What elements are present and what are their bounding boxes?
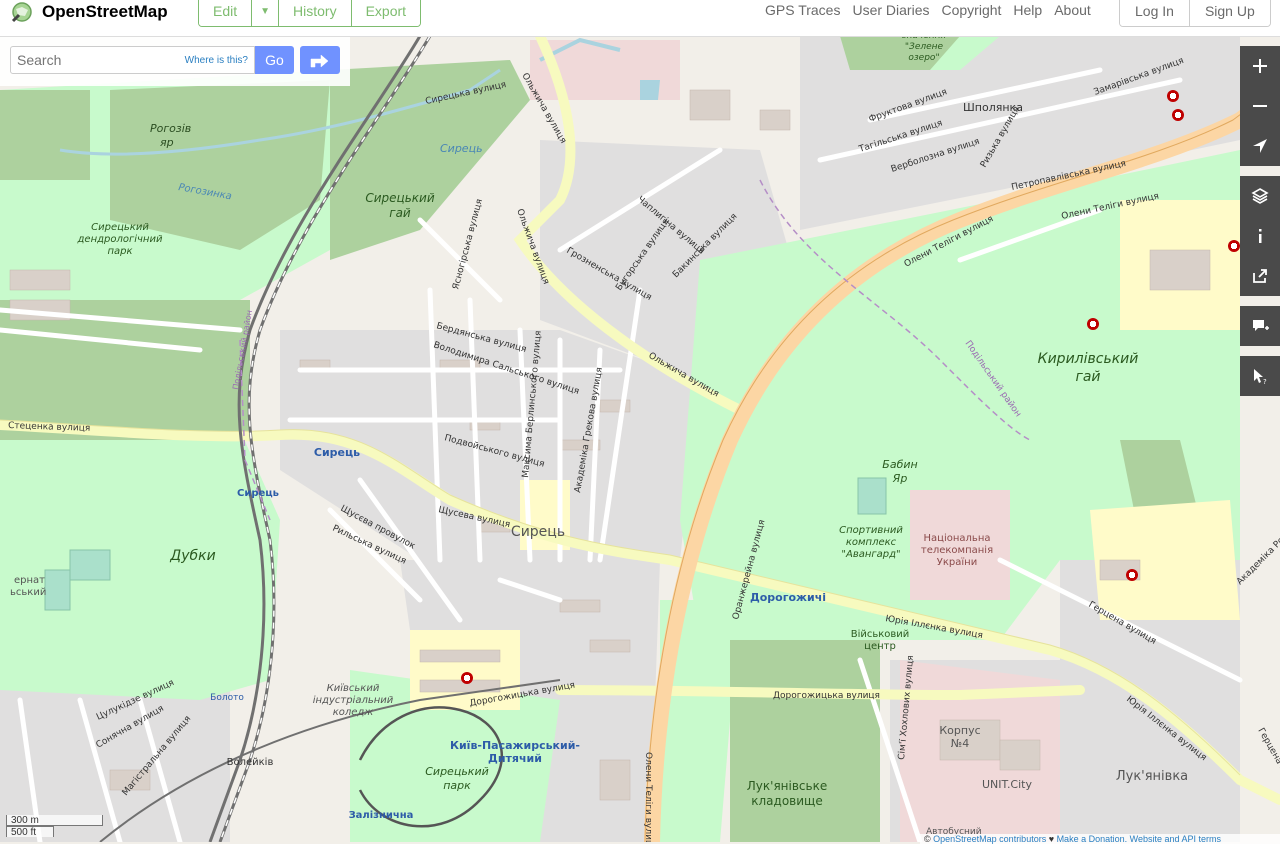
osm-logo-icon	[11, 2, 32, 23]
scale-imperial: 500 ft	[6, 826, 54, 838]
label-syrets-district: Сирець	[511, 524, 565, 540]
scale-metric: 300 m	[6, 815, 103, 826]
terms-link[interactable]: . Website and API terms	[1125, 834, 1221, 844]
query-icon: ?	[1254, 369, 1267, 385]
edit-button[interactable]: Edit	[199, 0, 253, 26]
locate-button[interactable]	[1240, 126, 1280, 166]
label-internat: ернат ьський	[10, 575, 46, 598]
heart-icon: ♥	[1046, 834, 1057, 844]
street-dorohozhytska-1: Дорогожицька вулиця	[773, 691, 880, 701]
where-is-this-link[interactable]: Where is this?	[185, 55, 248, 66]
label-syrets-river: Сирець	[440, 142, 483, 155]
label-unit-city: UNIT.City	[982, 778, 1032, 791]
go-button[interactable]: Go	[255, 46, 294, 74]
search-box: Where is this?	[10, 46, 255, 74]
layers-icon	[1251, 188, 1269, 204]
label-zaliznychna: Залізнична	[349, 810, 414, 821]
directions-icon	[310, 54, 329, 68]
login-button[interactable]: Log In	[1120, 0, 1190, 26]
signup-button[interactable]: Sign Up	[1189, 0, 1270, 26]
label-volejkiv: Волейків	[227, 756, 274, 768]
donate-link[interactable]: Make a Donation	[1057, 834, 1125, 844]
label-dubky: Дубки	[169, 548, 215, 564]
logo-text: OpenStreetMap	[42, 2, 168, 21]
add-note-button[interactable]	[1240, 306, 1280, 346]
note-icon	[1253, 320, 1269, 331]
layers-button[interactable]	[1240, 176, 1280, 216]
auth-button-group: Log In Sign Up	[1119, 0, 1271, 27]
logo[interactable]: OpenStreetMap	[10, 0, 168, 24]
svg-text:?: ?	[1263, 378, 1267, 385]
zoom-out-icon	[1253, 105, 1267, 107]
label-syrets-station: Сирець	[314, 446, 360, 459]
label-sport-complex: Спортивний комплекс "Авангард"	[839, 525, 903, 560]
share-icon	[1253, 269, 1267, 283]
edit-button-group: Edit ▼ History Export	[198, 0, 422, 27]
map-canvas[interactable]: Рогозів яр Сирець Рогозинка Сирецький денд…	[0, 36, 1280, 842]
zoom-in-button[interactable]	[1240, 46, 1280, 86]
directions-button[interactable]	[300, 46, 340, 74]
top-header: OpenStreetMap Edit ▼ History Export GPS …	[0, 0, 1280, 37]
label-lukyanivka: Лук'янівка	[1116, 769, 1188, 784]
nav-help[interactable]: Help	[1013, 0, 1042, 20]
street-teligy-3: Олени Теліги вулиця	[643, 752, 653, 842]
label-syrets-metro: Сирець	[237, 488, 279, 499]
history-button[interactable]: History	[279, 0, 352, 26]
query-features-button[interactable]: ?	[1240, 356, 1280, 396]
share-button[interactable]	[1240, 256, 1280, 296]
nav-about[interactable]: About	[1054, 0, 1091, 20]
export-button[interactable]: Export	[351, 0, 421, 26]
attribution-link[interactable]: OpenStreetMap contributors	[933, 834, 1046, 844]
search-panel: Where is this? Go	[0, 36, 350, 86]
zoom-out-button[interactable]	[1240, 86, 1280, 126]
attribution-prefix: ©	[924, 834, 934, 844]
top-nav: GPS Traces User Diaries Copyright Help A…	[765, 0, 1103, 20]
map-info-button[interactable]	[1240, 216, 1280, 256]
search-input[interactable]	[11, 47, 193, 73]
scale-bar: 300 m 500 ft	[6, 815, 103, 838]
label-lukyanivske: Лук'янівське кладовище	[747, 779, 827, 808]
info-icon	[1259, 229, 1262, 243]
nav-copyright[interactable]: Copyright	[941, 0, 1001, 20]
nav-gps-traces[interactable]: GPS Traces	[765, 0, 840, 20]
edit-dropdown-chevron-down-icon[interactable]: ▼	[252, 0, 280, 26]
label-dorohozhychi: Дорогожичі	[750, 591, 826, 604]
nav-user-diaries[interactable]: User Diaries	[852, 0, 929, 20]
locate-icon	[1253, 139, 1267, 153]
attribution: © OpenStreetMap contributors ♥ Make a Do…	[920, 834, 1280, 844]
zoom-in-icon	[1253, 59, 1267, 73]
label-bolota: Болото	[210, 693, 244, 703]
